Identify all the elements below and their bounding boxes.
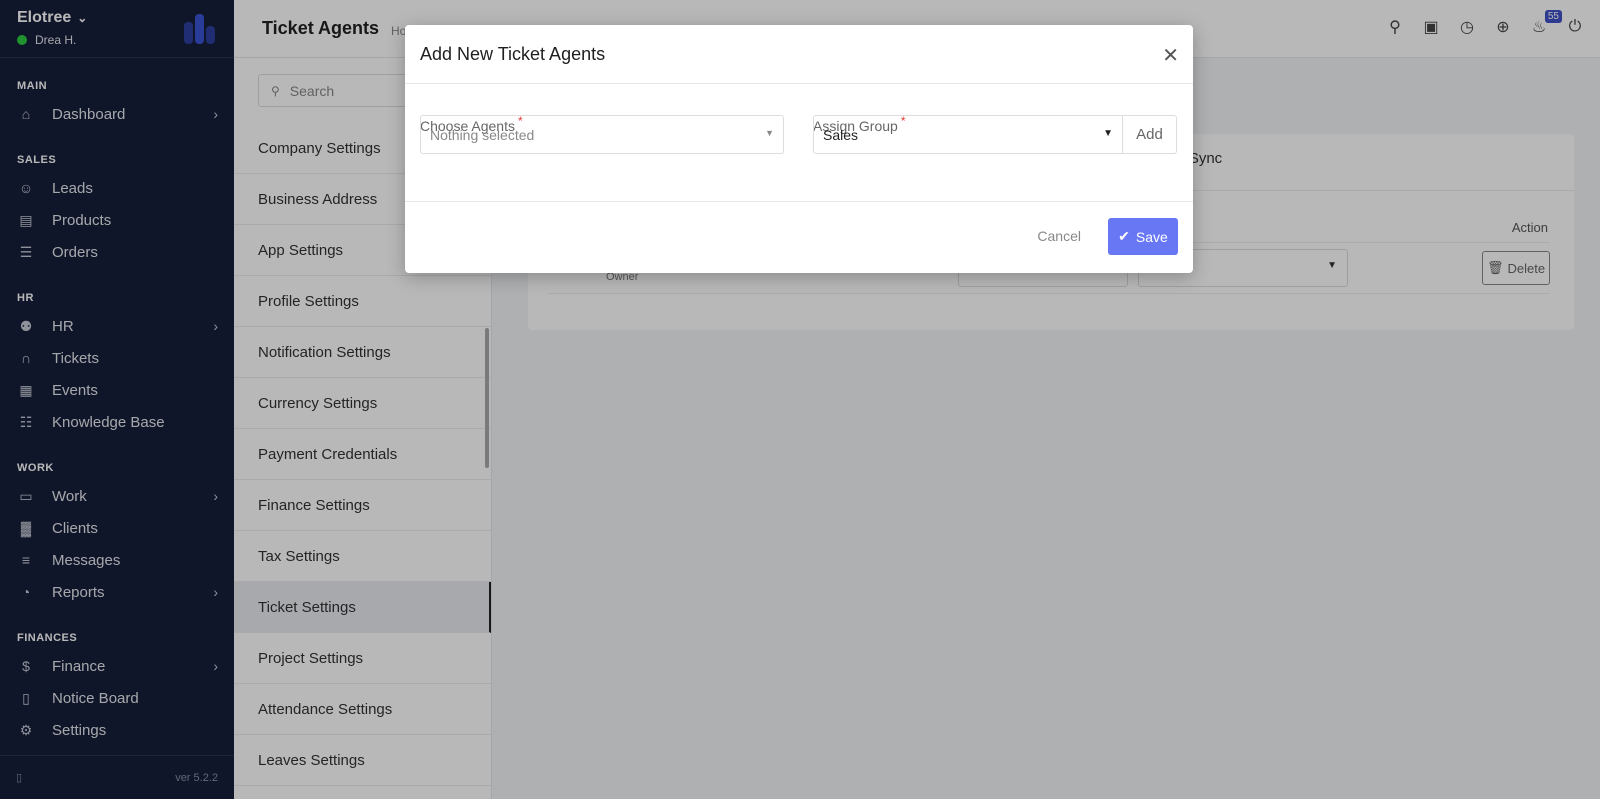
cancel-button[interactable]: Cancel: [1037, 228, 1081, 244]
add-ticket-agents-modal: Add New Ticket Agents ✕ Choose Agents * A…: [405, 25, 1193, 273]
close-icon[interactable]: ✕: [1162, 43, 1179, 68]
assign-group-select[interactable]: Sales ▼: [813, 115, 1123, 154]
save-button[interactable]: ✔ Save: [1108, 218, 1178, 255]
caret-down-icon: ▼: [765, 128, 774, 138]
modal-header: Add New Ticket Agents ✕: [405, 25, 1193, 84]
save-label: Save: [1135, 228, 1168, 245]
assign-group-value: Sales: [823, 127, 859, 143]
check-icon: ✔: [1118, 228, 1130, 244]
modal-footer: Cancel ✔ Save: [405, 202, 1193, 273]
choose-agents-select[interactable]: Nothing selected ▼: [420, 115, 784, 154]
modal-title: Add New Ticket Agents: [420, 44, 606, 64]
choose-agents-placeholder: Nothing selected: [430, 127, 535, 143]
add-group-button[interactable]: Add: [1123, 115, 1177, 154]
caret-down-icon: ▼: [1103, 128, 1113, 139]
